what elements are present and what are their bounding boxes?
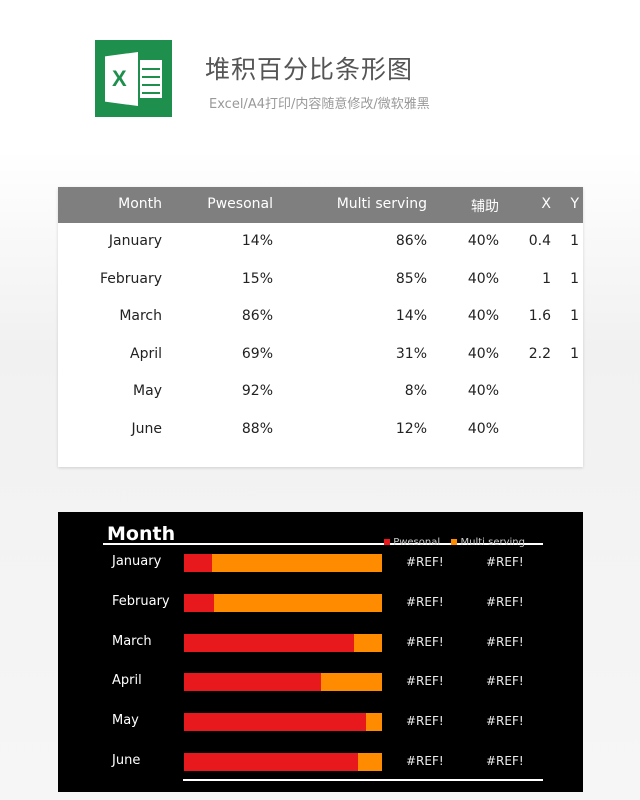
table-cell: 8% <box>404 383 427 399</box>
column-header: Multi serving <box>336 196 427 212</box>
bar-multi-serving <box>211 554 382 572</box>
table-cell: 1 <box>570 308 579 324</box>
legend-swatch-pwesonal <box>384 539 390 545</box>
table-header: Month Pwesonal Multi serving 辅助 X Y <box>58 187 583 223</box>
ref-error-label: #REF! <box>486 594 524 609</box>
ref-error-label: #REF! <box>406 634 444 649</box>
chart-bottom-line <box>183 779 543 781</box>
ref-error-label: #REF! <box>486 634 524 649</box>
legend-label: Multi serving <box>460 537 525 548</box>
table-cell: 1 <box>570 233 579 249</box>
table-cell: 40% <box>467 233 499 249</box>
table-cell: 1 <box>570 270 579 287</box>
ref-error-label: #REF! <box>486 674 524 689</box>
table-cell: 40% <box>467 270 499 287</box>
table-cell: 40% <box>467 420 499 437</box>
table-cell: 1 <box>542 270 551 287</box>
category-label: January <box>112 554 162 569</box>
table-cell: January <box>108 233 162 249</box>
column-header: Pwesonal <box>207 196 273 212</box>
column-header: 辅助 <box>471 199 499 215</box>
bar-pwesonal <box>184 554 212 572</box>
table-cell: 1 <box>570 345 579 362</box>
legend-swatch-multi <box>451 539 458 545</box>
data-table: Month Pwesonal Multi serving 辅助 X Y January 14… <box>58 187 583 467</box>
bar-multi-serving <box>366 713 382 732</box>
table-cell: 85% <box>395 270 427 287</box>
ref-error-label: #REF! <box>486 754 524 768</box>
category-label: May <box>112 713 139 729</box>
table-cell: February <box>99 270 162 287</box>
ref-error-label: #REF! <box>406 714 444 729</box>
table-cell: 31% <box>395 345 427 362</box>
page-subtitle: Excel/A4打印/内容随意修改/微软雅黑 <box>209 97 430 112</box>
ref-error-label: #REF! <box>486 714 524 729</box>
column-header: Month <box>118 196 162 212</box>
table-cell: April <box>130 345 162 362</box>
table-cell: 88% <box>241 420 273 437</box>
table-cell: 40% <box>467 308 499 324</box>
bar-pwesonal <box>184 673 321 692</box>
bar-multi-serving <box>354 633 382 652</box>
category-label: March <box>112 633 152 649</box>
ref-error-label: #REF! <box>486 555 524 569</box>
table-cell: 2.2 <box>528 345 551 362</box>
table-cell: 0.4 <box>528 233 551 249</box>
table-cell: 14% <box>241 233 273 249</box>
stacked-bar-chart: Month Pwesonal Multi serving January #REF… <box>58 512 583 792</box>
table-cell: 40% <box>467 383 499 399</box>
table-cell: 12% <box>395 420 427 437</box>
table-cell: 14% <box>395 308 427 324</box>
table-cell: June <box>131 420 163 437</box>
chart-title: Month <box>107 523 176 545</box>
table-cell: May <box>133 383 162 399</box>
table-cell: 92% <box>241 383 273 399</box>
bar-pwesonal <box>184 593 214 612</box>
ref-error-label: #REF! <box>406 754 444 768</box>
ref-error-label: #REF! <box>406 555 444 569</box>
legend-label: Pwesonal <box>393 537 441 548</box>
table-cell: 1.6 <box>528 308 551 324</box>
category-label: April <box>112 673 142 689</box>
table-cell: 40% <box>467 345 499 362</box>
bar-multi-serving <box>320 673 382 692</box>
table-cell: 86% <box>395 233 427 249</box>
category-label: February <box>112 593 170 609</box>
bar-pwesonal <box>184 633 355 652</box>
bar-multi-serving <box>213 593 382 612</box>
category-label: June <box>112 753 141 768</box>
table-cell: 15% <box>241 270 273 287</box>
table-cell: 86% <box>241 308 273 324</box>
table-cell: March <box>119 308 162 324</box>
bar-pwesonal <box>184 753 359 771</box>
bar-multi-serving <box>358 753 382 771</box>
column-header: X <box>541 196 551 212</box>
ref-error-label: #REF! <box>406 674 444 689</box>
excel-logo-icon: X <box>95 40 172 117</box>
legend: Pwesonal Multi serving <box>384 537 525 548</box>
table-cell: 69% <box>241 345 273 362</box>
page-title: 堆积百分比条形图 <box>205 55 414 84</box>
ref-error-label: #REF! <box>406 594 444 609</box>
bar-pwesonal <box>184 713 367 732</box>
column-header: Y <box>570 196 579 212</box>
